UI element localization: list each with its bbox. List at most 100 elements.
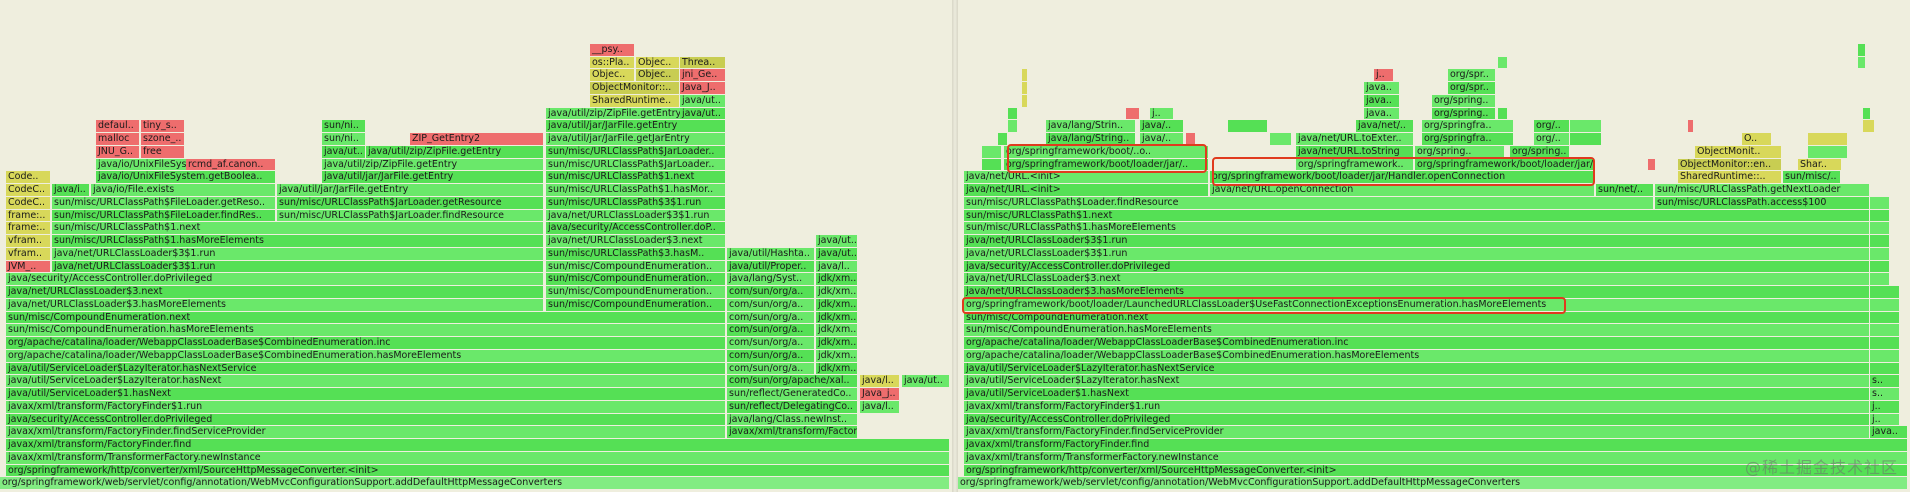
left-stack-frame[interactable]: sun/misc/CompoundEnumeration.next bbox=[6, 311, 726, 325]
right-stack-frame-narrow[interactable] bbox=[1863, 120, 1875, 133]
left-stack-frame[interactable]: sun/misc/URLClassPath$JarLoader.. bbox=[546, 145, 726, 159]
left-stack-frame[interactable]: jdk/xm.. bbox=[816, 286, 858, 299]
left-stack-frame[interactable]: java/l.. bbox=[816, 260, 858, 274]
right-stack-frame-narrow[interactable] bbox=[1870, 311, 1900, 325]
left-stack-frame[interactable]: Objec.. bbox=[590, 69, 635, 82]
right-stack-frame[interactable]: java/net/URLClassLoader$3.next bbox=[964, 273, 1870, 286]
right-stack-frame[interactable]: java/net/URL.toString bbox=[1296, 145, 1414, 159]
right-stack-frame[interactable]: org/apache/catalina/loader/WebappClassLo… bbox=[964, 349, 1870, 363]
right-stack-frame[interactable]: j.. bbox=[1870, 413, 1900, 427]
left-stack-frame[interactable]: JVM_.. bbox=[6, 260, 51, 274]
left-stack-frame[interactable]: java/net/URLClassLoader$3$1.run bbox=[52, 247, 544, 261]
right-stack-frame[interactable]: sun/misc/URLClassPath.getNextLoader bbox=[1655, 184, 1870, 197]
right-stack-frame[interactable]: SharedRuntime::.. bbox=[1678, 171, 1782, 184]
left-stack-frame[interactable]: java/ut.. bbox=[322, 145, 366, 159]
left-stack-frame[interactable]: jdk/xm.. bbox=[816, 311, 858, 325]
right-stack-frame-narrow[interactable] bbox=[1870, 349, 1900, 363]
left-stack-frame[interactable]: sun/misc/CompoundEnumeration.. bbox=[546, 273, 726, 286]
left-stack-frame[interactable]: java/i.. bbox=[52, 184, 90, 197]
right-stack-frame[interactable]: O.. bbox=[1742, 133, 1772, 146]
right-stack-frame[interactable]: org/springframework/boot/loader/jar/.. bbox=[1415, 158, 1595, 172]
right-stack-frame[interactable]: sun/misc/.. bbox=[1783, 171, 1841, 184]
left-stack-frame[interactable]: jdk/xm.. bbox=[816, 362, 858, 376]
left-stack-frame[interactable]: sun/misc/URLClassPath$3$1.run bbox=[546, 196, 726, 210]
left-stack-frame[interactable]: szone_.. bbox=[141, 133, 185, 146]
right-stack-frame-narrow[interactable] bbox=[1648, 158, 1656, 172]
left-stack-frame[interactable]: __psy.. bbox=[590, 43, 635, 57]
left-stack-frame[interactable]: sun/misc/URLClassPath$JarLoader.getResou… bbox=[277, 196, 544, 210]
left-stack-frame[interactable]: javax/xml/transform/FactoryFinder$1.run bbox=[6, 400, 726, 414]
left-stack-frame[interactable]: com/sun/org/a.. bbox=[727, 286, 815, 299]
right-stack-frame-narrow[interactable] bbox=[1498, 107, 1508, 121]
right-stack-frame[interactable]: java/net/URL.<init> bbox=[964, 171, 1209, 184]
right-stack-frame[interactable]: org/spring.. bbox=[1432, 107, 1496, 121]
left-stack-frame[interactable]: java/io/File.exists bbox=[91, 184, 276, 197]
right-stack-frame-narrow[interactable] bbox=[1870, 222, 1890, 235]
left-stack-frame[interactable]: com/sun/org/a.. bbox=[727, 298, 815, 312]
left-stack-frame[interactable]: vfram.. bbox=[6, 235, 51, 248]
left-stack-frame[interactable]: java/util/zip/ZipFile.getEntry bbox=[366, 145, 544, 159]
right-stack-frame[interactable]: Shar.. bbox=[1798, 158, 1842, 172]
left-stack-frame[interactable]: sun/misc/CompoundEnumeration.hasMoreElem… bbox=[6, 324, 726, 337]
left-stack-frame[interactable]: java/net/URLClassLoader$3$1.run bbox=[52, 260, 544, 274]
right-stack-frame[interactable]: org/springframework/web/servlet/config/a… bbox=[958, 477, 1908, 490]
left-stack-frame[interactable]: tiny_s.. bbox=[141, 120, 185, 133]
left-stack-frame[interactable]: jdk/xm.. bbox=[816, 324, 858, 337]
left-stack-frame[interactable]: java/security/AccessController.doPrivile… bbox=[6, 273, 544, 286]
left-stack-frame[interactable]: sun/reflect/GeneratedCo.. bbox=[727, 388, 858, 401]
right-stack-frame[interactable]: java/.. bbox=[1140, 120, 1184, 133]
left-stack-frame[interactable]: java/util/jar/JarFile.getJarEntry bbox=[546, 133, 726, 146]
left-stack-frame[interactable]: java/ut.. bbox=[816, 247, 858, 261]
left-stack-frame[interactable]: Objec.. bbox=[636, 69, 680, 82]
left-stack-frame[interactable]: java/net/URLClassLoader$3.hasMoreElement… bbox=[6, 298, 544, 312]
right-stack-frame-narrow[interactable] bbox=[1870, 260, 1890, 274]
left-stack-frame[interactable]: os::Pla.. bbox=[590, 56, 635, 70]
right-stack-frame-narrow[interactable] bbox=[1808, 145, 1848, 159]
right-stack-frame[interactable]: java/net/URLClassLoader$3.hasMoreElement… bbox=[964, 286, 1870, 299]
left-stack-frame[interactable]: java/util/Proper.. bbox=[727, 260, 815, 274]
right-stack-frame[interactable]: org/spring.. bbox=[1432, 94, 1496, 108]
left-stack-frame[interactable]: java/net/URLClassLoader$3.next bbox=[6, 286, 544, 299]
left-stack-frame[interactable]: org/apache/catalina/loader/WebappClassLo… bbox=[6, 349, 726, 363]
right-stack-frame[interactable]: javax/xml/transform/FactoryFinder.findSe… bbox=[964, 426, 1870, 439]
left-stack-frame[interactable]: java/lang/Class.newInst.. bbox=[727, 413, 858, 427]
left-stack-frame[interactable]: org/springframework/http/converter/xml/S… bbox=[6, 464, 950, 478]
right-stack-frame[interactable]: org/.. bbox=[1534, 133, 1570, 146]
left-stack-frame[interactable]: java/util/zip/ZipFile.getEntry bbox=[322, 158, 544, 172]
right-stack-frame[interactable]: sun/misc/URLClassPath$1.next bbox=[964, 209, 1870, 223]
right-stack-frame-narrow[interactable] bbox=[1858, 43, 1866, 57]
left-stack-frame[interactable]: java/security/AccessController.doPrivile… bbox=[6, 413, 726, 427]
left-stack-frame[interactable]: sun/misc/URLClassPath$FileLoader.findRes… bbox=[52, 209, 276, 223]
right-stack-frame[interactable]: sun/misc/CompoundEnumeration.next bbox=[964, 311, 1870, 325]
left-stack-frame[interactable]: com/sun/org/apache/xal.. bbox=[727, 375, 858, 388]
right-stack-frame-narrow[interactable] bbox=[1008, 120, 1018, 133]
left-stack-frame[interactable]: java/io/UnixFileSystem.getBoolea.. bbox=[96, 171, 276, 184]
right-stack-frame-narrow[interactable] bbox=[1570, 133, 1602, 146]
right-stack-frame[interactable]: java/security/AccessController.doPrivile… bbox=[964, 260, 1870, 274]
right-stack-frame[interactable]: javax/xml/transform/FactoryFinder.find bbox=[964, 439, 1908, 452]
right-stack-frame-narrow[interactable] bbox=[1808, 133, 1848, 146]
left-stack-frame[interactable]: malloc bbox=[96, 133, 140, 146]
right-stack-frame-narrow[interactable] bbox=[1870, 235, 1890, 248]
right-stack-frame-narrow[interactable] bbox=[1870, 247, 1890, 261]
right-stack-frame[interactable]: org/springframework/boot/..o.. bbox=[1004, 145, 1209, 159]
right-stack-frame[interactable]: s.. bbox=[1870, 375, 1900, 388]
left-stack-frame[interactable]: javax/xml/transform/FactoryFinder.findSe… bbox=[6, 426, 726, 439]
right-stack-frame[interactable]: java/util/ServiceLoader$LazyIterator.has… bbox=[964, 362, 1870, 376]
right-stack-frame-narrow[interactable] bbox=[1688, 120, 1694, 133]
right-stack-frame[interactable]: java/net/URL.<init> bbox=[964, 184, 1209, 197]
left-stack-frame[interactable]: sun/misc/URLClassPath$1.next bbox=[546, 171, 726, 184]
left-stack-frame[interactable]: java/util/ServiceLoader$LazyIterator.has… bbox=[6, 375, 726, 388]
left-stack-frame[interactable]: com/sun/org/a.. bbox=[727, 349, 815, 363]
left-stack-frame[interactable]: ZIP_GetEntry2 bbox=[410, 133, 544, 146]
left-stack-frame[interactable]: java/util/jar/JarFile.getEntry bbox=[546, 120, 726, 133]
left-stack-frame[interactable]: jni_Ge.. bbox=[680, 69, 726, 82]
right-stack-frame-narrow[interactable] bbox=[1870, 286, 1900, 299]
right-stack-frame[interactable]: java/lang/String.. bbox=[1046, 133, 1136, 146]
left-stack-frame[interactable]: java/security/AccessController.doP.. bbox=[546, 222, 726, 235]
right-stack-frame[interactable]: sun/misc/URLClassPath$Loader.findResourc… bbox=[964, 196, 1654, 210]
left-stack-frame[interactable]: org/apache/catalina/loader/WebappClassLo… bbox=[6, 337, 726, 350]
right-stack-frame-narrow[interactable] bbox=[1870, 273, 1890, 286]
left-stack-frame[interactable]: jdk/xm.. bbox=[816, 337, 858, 350]
left-stack-frame[interactable]: JNU_G.. bbox=[96, 145, 140, 159]
